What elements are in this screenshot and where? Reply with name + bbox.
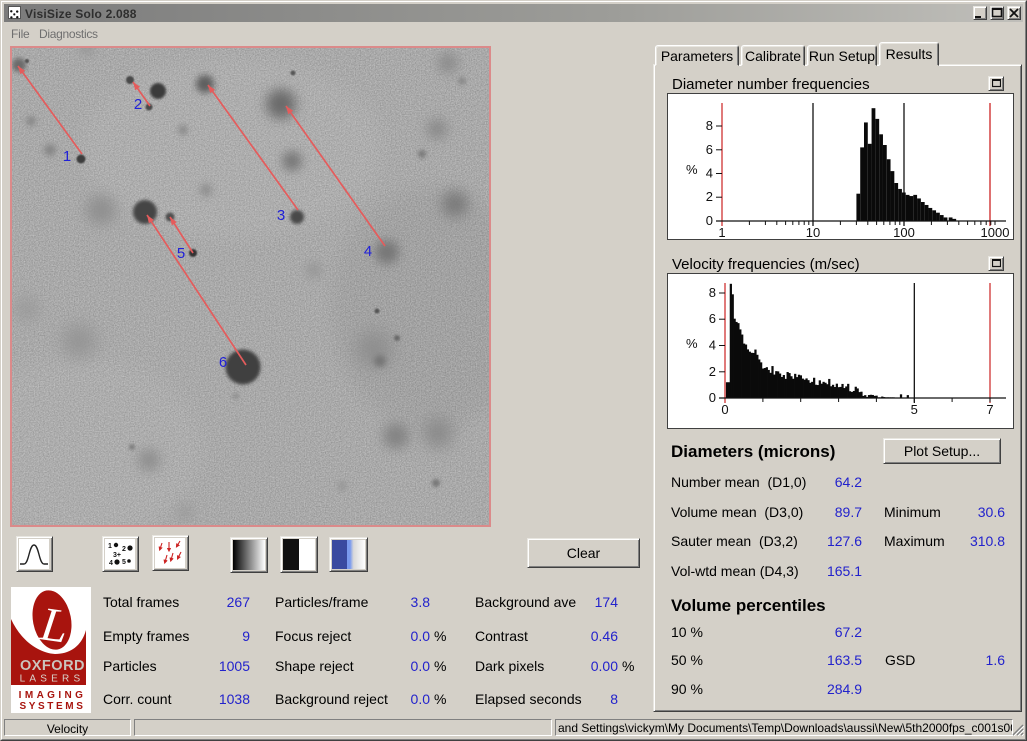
svg-text:7: 7: [986, 402, 993, 417]
svg-text:6: 6: [706, 142, 713, 157]
svg-text:%: %: [686, 162, 698, 177]
svg-text:LASERS: LASERS: [20, 674, 85, 685]
svg-text:SYSTEMS: SYSTEMS: [20, 701, 86, 712]
svg-text:4: 4: [109, 560, 113, 567]
svg-text:5: 5: [177, 245, 185, 262]
svg-text:8: 8: [706, 118, 713, 133]
svg-text:2: 2: [122, 546, 126, 553]
svg-text:6: 6: [709, 311, 716, 326]
svg-text:0: 0: [709, 390, 716, 405]
svg-text:1: 1: [108, 543, 112, 550]
svg-text:OXFORD: OXFORD: [20, 658, 85, 674]
svg-text:1: 1: [63, 148, 71, 165]
svg-text:100: 100: [893, 225, 915, 238]
svg-text:4: 4: [709, 338, 716, 353]
svg-text:8: 8: [709, 285, 716, 300]
svg-text:5: 5: [911, 402, 918, 417]
svg-text:2: 2: [134, 96, 142, 113]
svg-text:%: %: [686, 336, 698, 351]
svg-text:0: 0: [706, 213, 713, 228]
svg-text:4: 4: [706, 166, 713, 181]
svg-text:6: 6: [219, 354, 227, 371]
svg-text:2: 2: [706, 189, 713, 204]
svg-text:1: 1: [718, 225, 725, 238]
svg-text:1000: 1000: [981, 225, 1010, 238]
svg-text:3+: 3+: [113, 552, 121, 559]
svg-text:10: 10: [806, 225, 820, 238]
svg-text:2: 2: [709, 364, 716, 379]
svg-text:IMAGING: IMAGING: [19, 690, 87, 701]
svg-text:4: 4: [364, 243, 372, 260]
svg-text:3: 3: [277, 207, 285, 224]
svg-text:0: 0: [721, 402, 728, 417]
svg-text:5: 5: [122, 559, 126, 566]
